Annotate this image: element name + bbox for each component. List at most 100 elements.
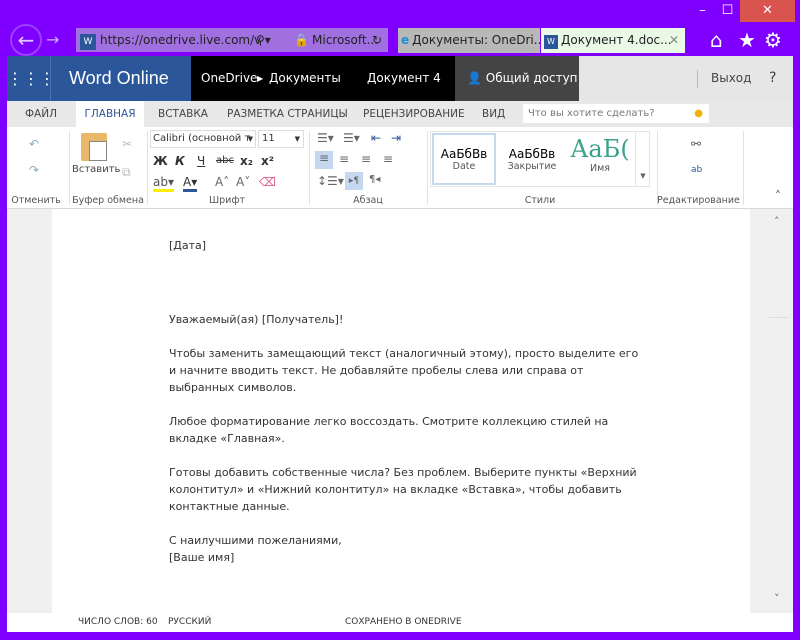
ltr-icon[interactable]: ▸¶ xyxy=(345,172,363,190)
italic-icon[interactable]: К xyxy=(175,154,185,168)
align-center-icon[interactable]: ≡ xyxy=(339,152,349,166)
breadcrumb-onedrive[interactable]: OneDrive xyxy=(201,56,257,101)
subscript-icon[interactable]: x₂ xyxy=(240,154,253,168)
paragraph-body[interactable]: Чтобы заменить замещающий текст (аналоги… xyxy=(169,345,639,396)
paragraph-signature[interactable]: [Ваше имя] xyxy=(169,549,639,566)
tab-file[interactable]: ФАЙЛ xyxy=(25,101,57,127)
paragraph-closing[interactable]: С наилучшими пожеланиями, xyxy=(169,532,639,549)
font-size-select[interactable]: 11 ▼ xyxy=(258,130,304,148)
highlight-icon[interactable]: ab▾ xyxy=(153,175,174,192)
cut-icon[interactable]: ✂ xyxy=(122,137,132,151)
justify-icon[interactable]: ≡ xyxy=(383,152,393,166)
vertical-scrollbar[interactable]: ˄ ˅ xyxy=(765,209,793,613)
scroll-up-icon[interactable]: ˄ xyxy=(774,215,780,228)
styles-more-button[interactable]: ▼ xyxy=(635,132,650,186)
superscript-icon[interactable]: x² xyxy=(261,154,274,168)
numbering-icon[interactable]: ☰▾ xyxy=(343,131,360,145)
help-button[interactable]: ? xyxy=(769,56,776,101)
status-bar: ЧИСЛО СЛОВ: 60 РУССКИЙ СОХРАНЕНО В ONEDR… xyxy=(7,613,793,632)
paragraph-greeting[interactable]: Уважаемый(ая) [Получатель]! xyxy=(169,311,639,328)
paragraph-date[interactable]: [Дата] xyxy=(169,237,639,254)
grow-font-icon[interactable]: A˄ xyxy=(215,175,229,189)
undo-icon[interactable]: ↶ xyxy=(29,137,39,151)
home-icon[interactable]: ⌂ xyxy=(710,28,723,52)
word-count[interactable]: ЧИСЛО СЛОВ: 60 xyxy=(78,613,158,632)
signout-link[interactable]: Выход xyxy=(711,56,751,101)
paragraph-body[interactable]: Любое форматирование легко воссоздать. С… xyxy=(169,413,639,447)
tab-view[interactable]: ВИД xyxy=(482,101,505,127)
favorites-star-icon[interactable]: ★ xyxy=(738,28,756,52)
share-button[interactable]: 👤 Общий доступ xyxy=(455,56,579,101)
line-spacing-icon[interactable]: ↕☰▾ xyxy=(317,174,344,188)
address-bar[interactable]: Whttps://onedrive.live.com/v ⚲▾ 🔒 Micros… xyxy=(76,28,388,52)
font-name-value: Calibri (основной т xyxy=(153,133,251,144)
paragraph-body[interactable]: Готовы добавить собственные числа? Без п… xyxy=(169,464,639,515)
font-size-value: 11 xyxy=(262,133,275,144)
increase-indent-icon[interactable]: ⇥ xyxy=(391,131,401,145)
tab-review[interactable]: РЕЦЕНЗИРОВАНИЕ xyxy=(363,101,465,127)
rtl-icon[interactable]: ¶◂ xyxy=(369,174,380,185)
scroll-thumb[interactable] xyxy=(769,317,789,417)
word-icon: W xyxy=(80,34,96,50)
decrease-indent-icon[interactable]: ⇤ xyxy=(371,131,381,145)
breadcrumb-documents[interactable]: Документы xyxy=(269,56,341,101)
font-name-select[interactable]: Calibri (основной т ▼ xyxy=(150,130,256,148)
close-tab-icon[interactable]: ✕ xyxy=(669,28,679,53)
maximize-button[interactable]: ☐ xyxy=(715,0,740,22)
copy-icon[interactable]: ⧉ xyxy=(122,165,131,180)
tell-me-input[interactable]: Что вы хотите сделать? ● xyxy=(523,104,709,123)
document-title[interactable]: Документ 4 xyxy=(367,56,441,101)
shrink-font-icon[interactable]: A˅ xyxy=(236,175,250,189)
styles-gallery: АаБбВв Date АаБбВв Закрытие АаБ( Имя ▼ xyxy=(430,131,650,187)
style-preview: АаБ( xyxy=(570,135,630,163)
forward-button[interactable]: → xyxy=(46,30,59,49)
minimize-button[interactable]: – xyxy=(690,0,715,22)
word-icon: W xyxy=(544,35,558,49)
tab-layout[interactable]: РАЗМЕТКА СТРАНИЦЫ xyxy=(227,101,348,127)
paste-button[interactable]: Вставить xyxy=(72,164,120,175)
align-right-icon[interactable]: ≡ xyxy=(361,152,371,166)
style-name-style[interactable]: АаБ( Имя xyxy=(567,133,633,185)
find-binoculars-icon[interactable]: ⚯ xyxy=(691,137,701,151)
search-icon[interactable]: ⚲▾ xyxy=(256,28,271,52)
strikethrough-icon[interactable]: abc xyxy=(216,155,234,166)
style-preview: АаБбВв xyxy=(508,147,556,161)
tab-home[interactable]: ГЛАВНАЯ xyxy=(76,101,144,127)
url-text: https://onedrive.live.com/v xyxy=(100,33,262,47)
site-label: Microsoft... xyxy=(312,33,379,47)
breadcrumb-separator-icon: ▶ xyxy=(257,74,264,83)
tab-insert[interactable]: ВСТАВКА xyxy=(158,101,208,127)
app-launcher-button[interactable]: ⋮⋮⋮ xyxy=(7,56,55,101)
paste-clipboard-icon[interactable] xyxy=(81,133,107,161)
group-label-editing: Редактирование xyxy=(657,195,740,206)
settings-gear-icon[interactable]: ⚙ xyxy=(764,28,782,52)
document-page[interactable]: [Дата] Уважаемый(ая) [Получатель]! Чтобы… xyxy=(52,209,750,613)
style-name: Date xyxy=(452,161,476,172)
browser-tab-document4[interactable]: W Документ 4.doc... ✕ xyxy=(541,28,685,53)
close-button[interactable]: ✕ xyxy=(740,0,795,22)
underline-icon[interactable]: Ч xyxy=(197,154,205,168)
tab-label: Документы: OneDri... xyxy=(412,33,540,47)
document-canvas: [Дата] Уважаемый(ая) [Получатель]! Чтобы… xyxy=(7,209,765,613)
group-label-styles: Стили xyxy=(524,195,556,206)
browser-tab-documents[interactable]: e Документы: OneDri... xyxy=(398,28,540,53)
align-left-icon[interactable]: ≡ xyxy=(315,151,333,169)
replace-icon[interactable]: ab xyxy=(691,165,702,175)
back-button[interactable]: ← xyxy=(10,24,42,56)
clear-formatting-icon[interactable]: ⌫ xyxy=(259,175,276,189)
collapse-ribbon-icon[interactable]: ˄ xyxy=(775,189,781,203)
style-closing[interactable]: АаБбВв Закрытие xyxy=(499,133,565,185)
group-label-font: Шрифт xyxy=(208,195,246,206)
font-color-icon[interactable]: A▾ xyxy=(183,175,198,192)
ie-icon: e xyxy=(401,33,410,47)
app-name[interactable]: Word Online xyxy=(51,56,191,101)
style-date[interactable]: АаБбВв Date xyxy=(432,133,496,185)
bullets-icon[interactable]: ☰▾ xyxy=(317,131,334,145)
style-name: Имя xyxy=(590,163,610,174)
scroll-down-icon[interactable]: ˅ xyxy=(774,592,780,605)
redo-icon[interactable]: ↷ xyxy=(29,163,39,177)
bold-icon[interactable]: Ж xyxy=(153,154,168,168)
refresh-icon[interactable]: ↻ xyxy=(372,28,382,52)
language-status[interactable]: РУССКИЙ xyxy=(168,613,211,632)
chevron-down-icon: ▼ xyxy=(294,135,300,143)
